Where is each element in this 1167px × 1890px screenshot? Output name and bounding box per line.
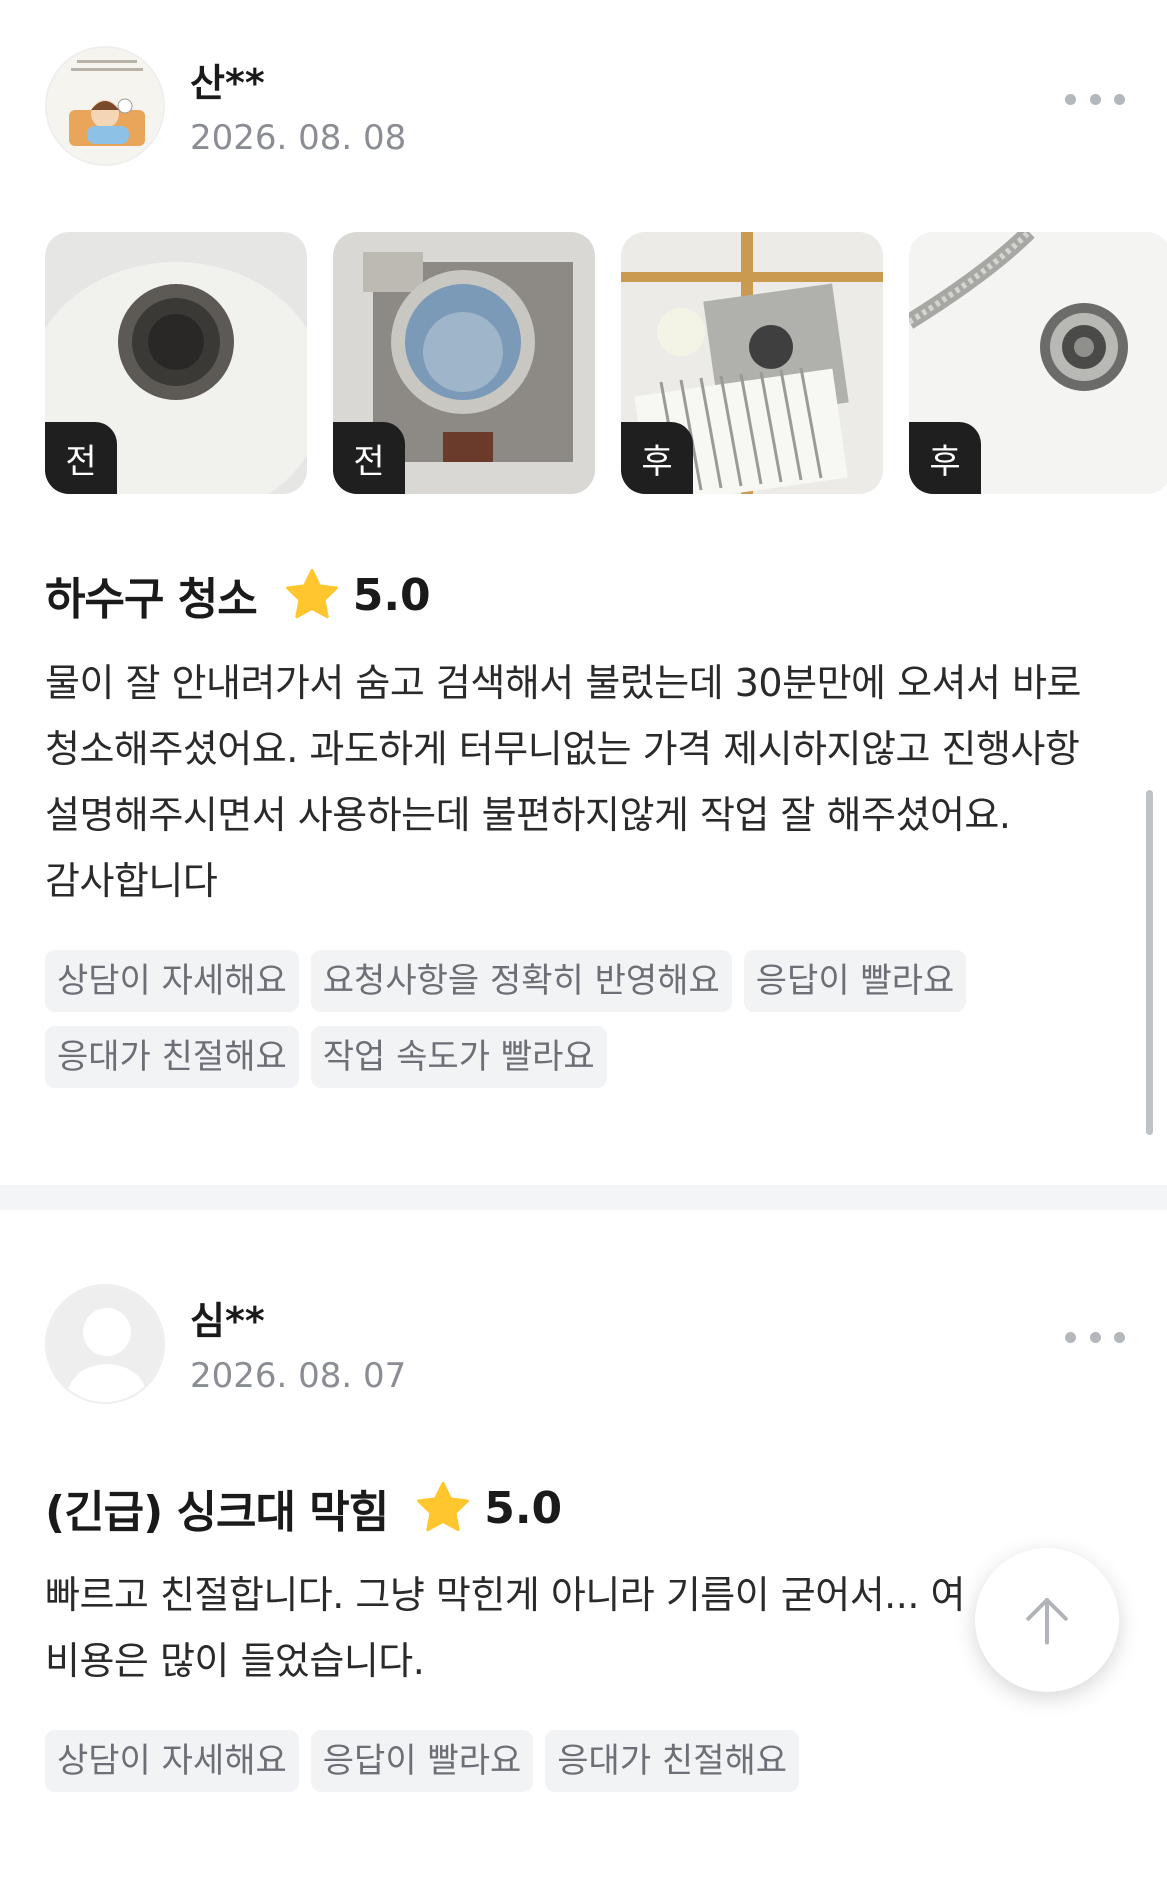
user-name: 산** xyxy=(190,61,265,105)
review-date: 2026. 08. 07 xyxy=(190,1356,407,1396)
tag-chip: 상담이 자세해요 xyxy=(45,1730,299,1792)
review-photo[interactable]: 후 xyxy=(621,232,883,494)
review-title-row: 하수구 청소 5.0 xyxy=(45,565,431,625)
review-date: 2026. 08. 08 xyxy=(190,118,407,158)
review-card: 심** 2026. 08. 07 (긴급) 싱크대 막힘 5.0 빠르고 친절합… xyxy=(0,1210,1167,1890)
scrollbar[interactable] xyxy=(1146,790,1153,1135)
star-icon xyxy=(285,568,338,619)
tag-chip: 응답이 빨라요 xyxy=(310,1730,534,1792)
section-divider xyxy=(0,1185,1167,1210)
review-title: (긴급) 싱크대 막힘 xyxy=(45,1487,389,1538)
tag-chip: 응답이 빨라요 xyxy=(743,950,967,1012)
review-card: 산** 2026. 08. 08 전 전 후 후 하수구 청소 5.0 물이 잘… xyxy=(0,0,1167,1185)
review-photo[interactable]: 후 xyxy=(909,232,1167,494)
arrow-up-icon xyxy=(1026,1598,1068,1645)
review-tags: 상담이 자세해요 요청사항을 정확히 반영해요 응답이 빨라요 응대가 친절해요… xyxy=(45,950,1105,1088)
photo-label: 전 xyxy=(333,422,405,494)
tag-chip: 요청사항을 정확히 반영해요 xyxy=(310,950,732,1012)
photo-label: 전 xyxy=(45,422,117,494)
photo-strip[interactable]: 전 전 후 후 xyxy=(45,232,1167,494)
rating-value: 5.0 xyxy=(484,1482,563,1534)
review-text-line: 빠르고 친절합니다. 그냥 막힌게 아니라 기름이 굳어서... 여 xyxy=(45,1573,965,1617)
review-title: 하수구 청소 xyxy=(45,574,258,625)
review-header: 심** 2026. 08. 07 xyxy=(45,1284,1125,1404)
tag-chip: 작업 속도가 빨라요 xyxy=(310,1026,607,1088)
default-user-icon[interactable] xyxy=(45,1284,165,1404)
review-title-row: (긴급) 싱크대 막힘 5.0 xyxy=(45,1478,562,1538)
review-tags: 상담이 자세해요 응답이 빨라요 응대가 친절해요 xyxy=(45,1730,1105,1792)
review-photo[interactable]: 전 xyxy=(333,232,595,494)
scroll-to-top-button[interactable] xyxy=(975,1548,1119,1692)
review-text-line: 비용은 많이 들었습니다. xyxy=(45,1639,425,1683)
photo-label: 후 xyxy=(621,422,693,494)
review-photo[interactable]: 전 xyxy=(45,232,307,494)
tag-chip: 상담이 자세해요 xyxy=(45,950,299,1012)
tag-chip: 응대가 친절해요 xyxy=(45,1026,299,1088)
review-text: 물이 잘 안내려가서 숨고 검색해서 불렀는데 30분만에 오셔서 바로 청소해… xyxy=(45,661,1081,903)
photo-label: 후 xyxy=(909,422,981,494)
cartoon-avatar-icon[interactable] xyxy=(45,46,165,166)
review-text: 빠르고 친절합니다. 그냥 막힌게 아니라 기름이 굳어서... 여 비용은 많… xyxy=(45,1562,975,1694)
more-dots-icon[interactable] xyxy=(1065,1322,1125,1352)
review-header: 산** 2026. 08. 08 xyxy=(45,46,1125,166)
more-dots-icon[interactable] xyxy=(1065,84,1125,114)
rating-value: 5.0 xyxy=(352,569,431,621)
user-name: 심** xyxy=(190,1299,265,1343)
tag-chip: 응대가 친절해요 xyxy=(545,1730,800,1792)
star-icon xyxy=(417,1481,470,1532)
